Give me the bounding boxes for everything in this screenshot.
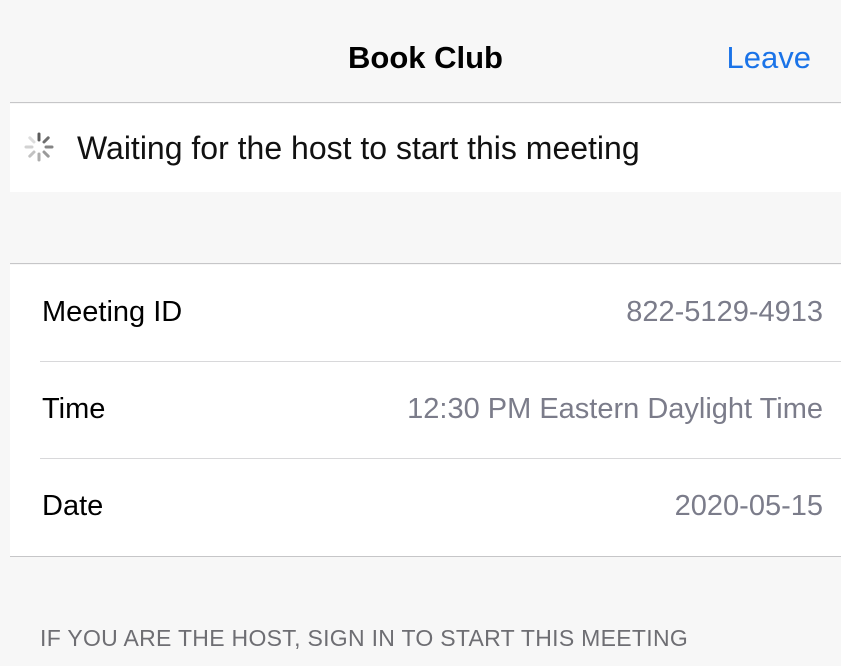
waiting-status-row: Waiting for the host to start this meeti… (10, 104, 841, 192)
leave-button[interactable]: Leave (727, 40, 811, 76)
waiting-status-text: Waiting for the host to start this meeti… (77, 130, 640, 166)
date-value: 2020-05-15 (674, 490, 823, 522)
date-row: Date 2020-05-15 (40, 459, 841, 556)
meeting-id-label: Meeting ID (42, 296, 183, 328)
time-value: 12:30 PM Eastern Daylight Time (407, 393, 823, 425)
meeting-title: Book Club (348, 40, 503, 75)
loading-spinner-icon (24, 132, 54, 162)
section-spacer (10, 192, 841, 264)
meeting-id-value: 822-5129-4913 (626, 296, 823, 328)
date-label: Date (42, 490, 104, 522)
meeting-id-row: Meeting ID 822-5129-4913 (40, 265, 841, 362)
host-sign-in-note: IF YOU ARE THE HOST, SIGN IN TO START TH… (40, 625, 689, 651)
time-label: Time (42, 393, 106, 425)
navigation-bar: Book Club Leave (10, 10, 841, 103)
meeting-waiting-screen: Book Club Leave Waiting for the host to … (0, 0, 841, 666)
meeting-details-list: Meeting ID 822-5129-4913 Time 12:30 PM E… (10, 265, 841, 557)
time-row: Time 12:30 PM Eastern Daylight Time (40, 362, 841, 459)
